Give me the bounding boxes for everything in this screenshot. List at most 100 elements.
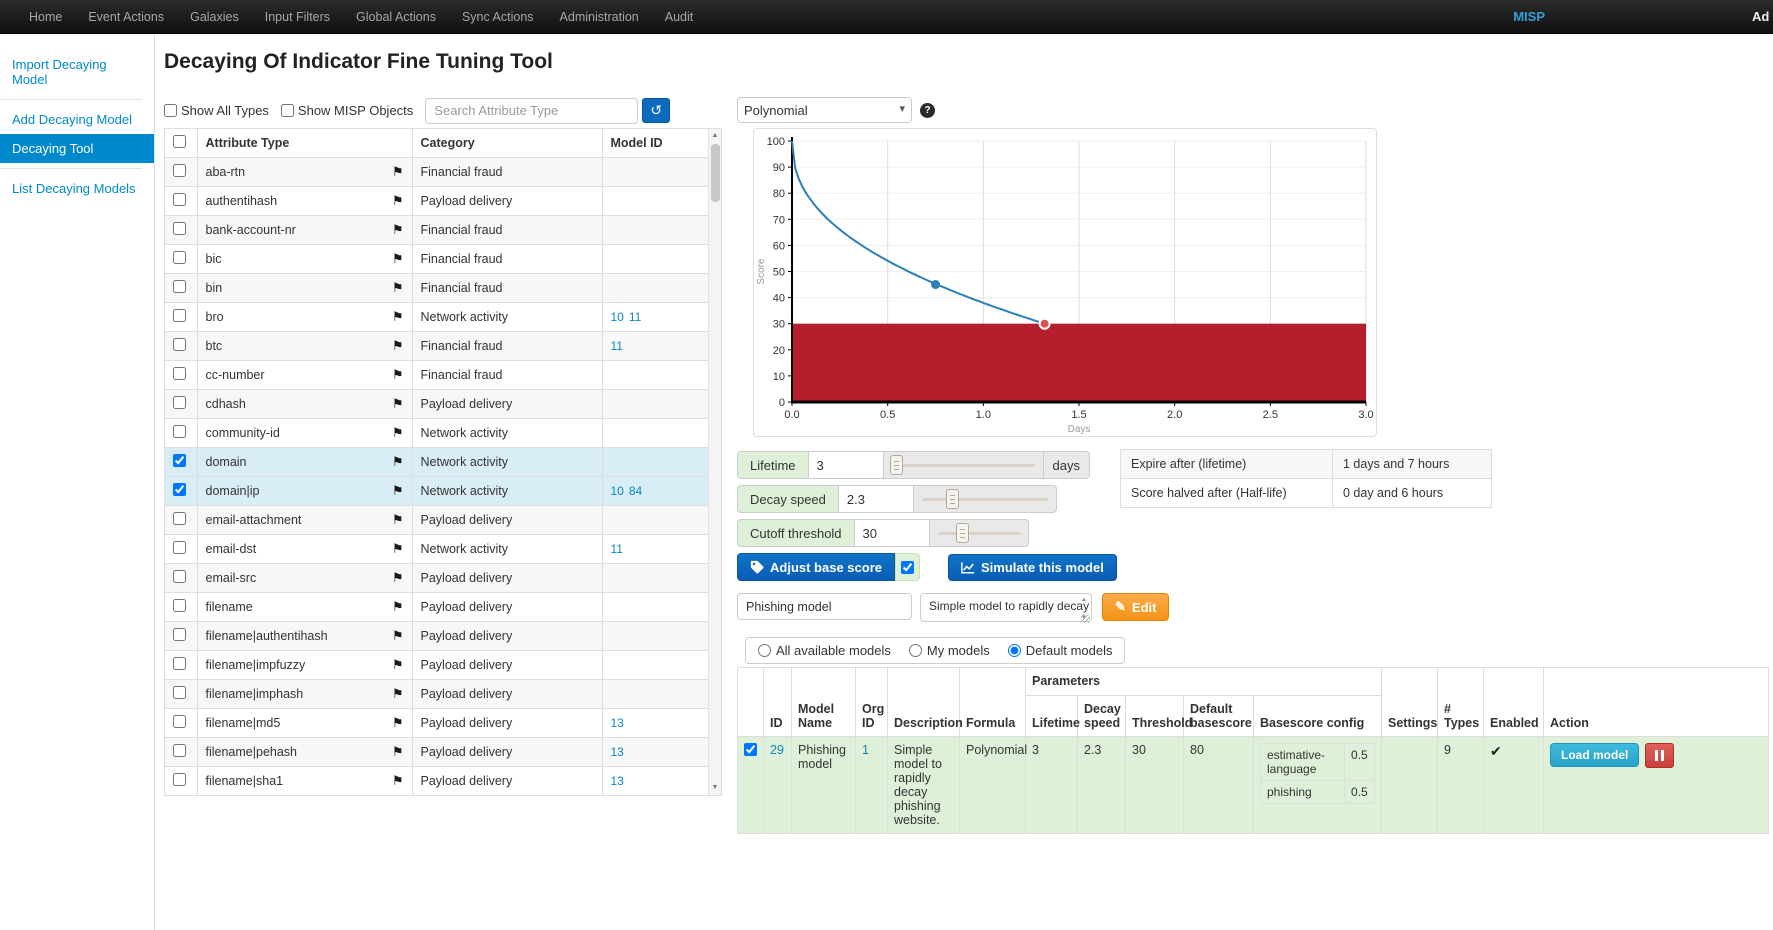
attribute-row-domain[interactable]: domain⚑Network activity [165, 447, 708, 476]
flag-icon[interactable]: ⚑ [392, 570, 404, 586]
load-model-button[interactable]: Load model [1550, 743, 1639, 767]
admin-menu-partial[interactable]: Ad [1752, 9, 1773, 24]
attribute-row-cc-number[interactable]: cc-number⚑Financial fraud [165, 360, 708, 389]
lifetime-slider-handle[interactable] [890, 455, 903, 475]
attribute-row-checkbox[interactable] [173, 483, 186, 496]
decay-speed-slider-handle[interactable] [946, 489, 959, 509]
models-column-threshold[interactable]: Threshold [1126, 696, 1184, 737]
models-column-id[interactable]: ID [764, 668, 792, 737]
resize-handle[interactable] [1081, 614, 1090, 623]
spinner-up-icon[interactable]: ▲ [1081, 597, 1087, 603]
models-column-formula[interactable]: Formula [960, 668, 1026, 737]
attribute-row-checkbox[interactable] [173, 164, 186, 177]
attribute-row-filename-imphash[interactable]: filename|imphash⚑Payload delivery [165, 679, 708, 708]
model-description-textarea[interactable] [920, 593, 1092, 622]
model-id-link[interactable]: 13 [611, 716, 624, 730]
attribute-row-checkbox[interactable] [173, 425, 186, 438]
flag-icon[interactable]: ⚑ [392, 541, 404, 557]
attribute-row-bin[interactable]: bin⚑Financial fraud [165, 273, 708, 302]
attribute-row-filename-impfuzzy[interactable]: filename|impfuzzy⚑Payload delivery [165, 650, 708, 679]
model-id-link[interactable]: 10 [611, 484, 624, 498]
attribute-row-checkbox[interactable] [173, 454, 186, 467]
models-column-lifetime[interactable]: Lifetime [1026, 696, 1078, 737]
sidebar-item-decaying-tool[interactable]: Decaying Tool [0, 134, 154, 163]
scroll-down-icon[interactable]: ▼ [709, 781, 721, 795]
attribute-row-community-id[interactable]: community-id⚑Network activity [165, 418, 708, 447]
attribute-row-checkbox[interactable] [173, 541, 186, 554]
nav-item-global-actions[interactable]: Global Actions [343, 0, 449, 34]
model-id-link[interactable]: 10 [611, 310, 624, 324]
flag-icon[interactable]: ⚑ [392, 686, 404, 702]
attribute-row-checkbox[interactable] [173, 251, 186, 264]
model-row-29[interactable]: 29Phishing model1Simple model to rapidly… [738, 737, 1769, 834]
attribute-row-checkbox[interactable] [173, 628, 186, 641]
model-row-checkbox[interactable] [744, 743, 757, 756]
sidebar-item-add-decaying-model[interactable]: Add Decaying Model [0, 105, 154, 134]
attribute-row-checkbox[interactable] [173, 715, 186, 728]
flag-icon[interactable]: ⚑ [392, 483, 404, 499]
models-column-decay-speed[interactable]: Decay speed [1078, 696, 1126, 737]
show-all-types-checkbox[interactable] [164, 104, 177, 117]
column-header-category[interactable]: Category [412, 129, 602, 157]
attribute-row-checkbox[interactable] [173, 570, 186, 583]
radio-default-models[interactable] [1008, 644, 1021, 657]
flag-icon[interactable]: ⚑ [392, 628, 404, 644]
attribute-row-bro[interactable]: bro⚑Network activity1011 [165, 302, 708, 331]
misp-brand-link[interactable]: MISP [1513, 9, 1545, 24]
nav-item-event-actions[interactable]: Event Actions [75, 0, 177, 34]
model-id-link[interactable]: 13 [611, 774, 624, 788]
nav-item-administration[interactable]: Administration [547, 0, 652, 34]
attribute-row-checkbox[interactable] [173, 599, 186, 612]
flag-icon[interactable]: ⚑ [392, 251, 404, 267]
attribute-row-authentihash[interactable]: authentihash⚑Payload delivery [165, 186, 708, 215]
attribute-row-checkbox[interactable] [173, 396, 186, 409]
flag-icon[interactable]: ⚑ [392, 309, 404, 325]
attribute-row-checkbox[interactable] [173, 280, 186, 293]
flag-icon[interactable]: ⚑ [392, 512, 404, 528]
model-id-link[interactable]: 11 [629, 310, 641, 324]
model-id-link[interactable]: 11 [611, 542, 623, 556]
flag-icon[interactable]: ⚑ [392, 773, 404, 789]
flag-icon[interactable]: ⚑ [392, 338, 404, 354]
cutoff-threshold-slider[interactable] [930, 520, 1028, 546]
flag-icon[interactable]: ⚑ [392, 454, 404, 470]
column-header-model-id[interactable]: Model ID [602, 129, 708, 157]
lifetime-value-input[interactable] [809, 452, 884, 478]
org-id-link[interactable]: 1 [862, 743, 869, 757]
adjust-base-score-checkbox[interactable] [901, 561, 914, 574]
show-all-types-toggle[interactable]: Show All Types [164, 103, 269, 118]
model-id-link[interactable]: 84 [629, 484, 642, 498]
attribute-row-checkbox[interactable] [173, 773, 186, 786]
flag-icon[interactable]: ⚑ [392, 280, 404, 296]
nav-item-home[interactable]: Home [16, 0, 75, 34]
flag-icon[interactable]: ⚑ [392, 657, 404, 673]
lifetime-slider[interactable] [884, 452, 1043, 478]
attribute-row-email-dst[interactable]: email-dst⚑Network activity11 [165, 534, 708, 563]
models-column-action[interactable]: Action [1544, 668, 1769, 737]
filter-option-all-available-models[interactable]: All available models [758, 643, 891, 658]
radio-all-available-models[interactable] [758, 644, 771, 657]
filter-option-my-models[interactable]: My models [909, 643, 990, 658]
attribute-row-email-src[interactable]: email-src⚑Payload delivery [165, 563, 708, 592]
attribute-row-bank-account-nr[interactable]: bank-account-nr⚑Financial fraud [165, 215, 708, 244]
decay-chart[interactable]: 01020304050607080901000.00.51.01.52.02.5… [753, 128, 1377, 437]
model-id-link[interactable]: 29 [770, 743, 784, 757]
attribute-table-scrollbar[interactable]: ▲ ▼ [708, 129, 721, 795]
decay-speed-value-input[interactable] [839, 486, 914, 512]
cutoff-threshold-value-input[interactable] [855, 520, 930, 546]
attribute-row-checkbox[interactable] [173, 686, 186, 699]
attribute-row-email-attachment[interactable]: email-attachment⚑Payload delivery [165, 505, 708, 534]
attribute-row-filename-authentihash[interactable]: filename|authentihash⚑Payload delivery [165, 621, 708, 650]
select-all-checkbox[interactable] [173, 135, 186, 148]
attribute-row-checkbox[interactable] [173, 222, 186, 235]
models-column-org-id[interactable]: Org ID [856, 668, 888, 737]
nav-item-galaxies[interactable]: Galaxies [177, 0, 252, 34]
flag-icon[interactable]: ⚑ [392, 367, 404, 383]
attribute-row-checkbox[interactable] [173, 193, 186, 206]
refresh-button[interactable]: ↺ [642, 98, 670, 123]
scroll-up-icon[interactable]: ▲ [709, 129, 721, 143]
model-name-input[interactable] [737, 593, 912, 620]
filter-option-default-models[interactable]: Default models [1008, 643, 1113, 658]
model-id-link[interactable]: 13 [611, 745, 624, 759]
nav-item-input-filters[interactable]: Input Filters [252, 0, 343, 34]
